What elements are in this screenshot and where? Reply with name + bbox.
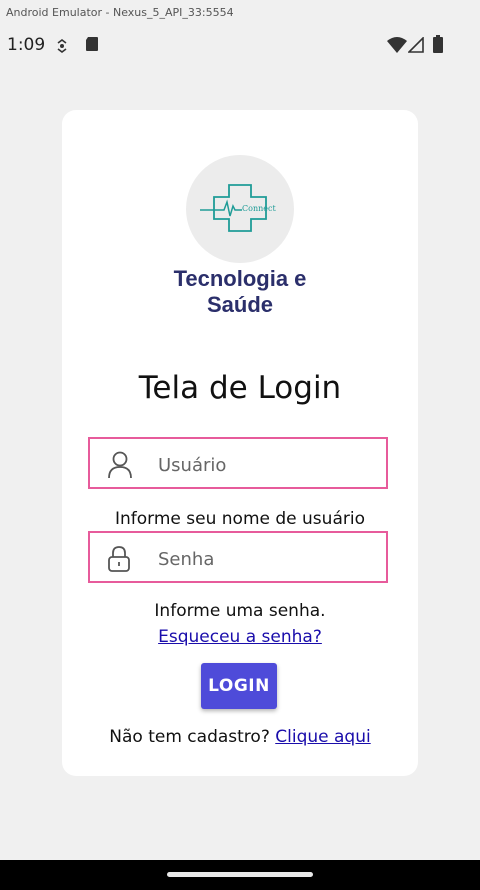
password-input[interactable] xyxy=(156,545,380,573)
status-bar: 1:09 xyxy=(0,30,480,60)
home-gesture-handle[interactable] xyxy=(167,872,313,877)
wifi-icon xyxy=(387,37,407,53)
tagline-line-2: Saúde xyxy=(206,292,274,317)
sd-card-icon xyxy=(86,37,98,51)
forgot-password-link[interactable]: Esqueceu a senha? xyxy=(158,627,322,647)
password-hint: Informe uma senha. xyxy=(154,601,326,621)
navigation-bar xyxy=(0,860,480,890)
tagline: Tecnologia e Saúde xyxy=(62,266,418,318)
login-card: Connect Tecnologia e Saúde Tela de Login… xyxy=(62,110,418,776)
cell-signal-icon xyxy=(408,37,424,53)
clock: 1:09 xyxy=(7,35,46,55)
medconnect-logo-icon: Connect xyxy=(200,184,276,232)
signup-prompt: Não tem cadastro? xyxy=(109,727,270,747)
app-logo: Connect xyxy=(186,155,294,263)
username-field[interactable] xyxy=(88,437,388,489)
username-hint: Informe seu nome de usuário xyxy=(115,509,365,529)
page-title: Tela de Login xyxy=(138,370,342,406)
tagline-line-1: Tecnologia e xyxy=(173,266,307,291)
battery-icon xyxy=(433,35,443,53)
username-input[interactable] xyxy=(156,451,380,479)
forgot-password-container: Esqueceu a senha? xyxy=(62,627,418,647)
emulator-title: Android Emulator - Nexus_5_API_33:5554 xyxy=(6,6,234,19)
signup-link[interactable]: Clique aqui xyxy=(275,727,370,747)
login-button[interactable]: LOGIN xyxy=(201,663,277,709)
location-sync-icon xyxy=(57,39,67,53)
signup-row: Não tem cadastro? Clique aqui xyxy=(62,727,418,747)
password-field[interactable] xyxy=(88,531,388,583)
lock-icon xyxy=(108,546,130,572)
logo-text: Connect xyxy=(242,204,276,213)
user-icon xyxy=(108,451,132,479)
